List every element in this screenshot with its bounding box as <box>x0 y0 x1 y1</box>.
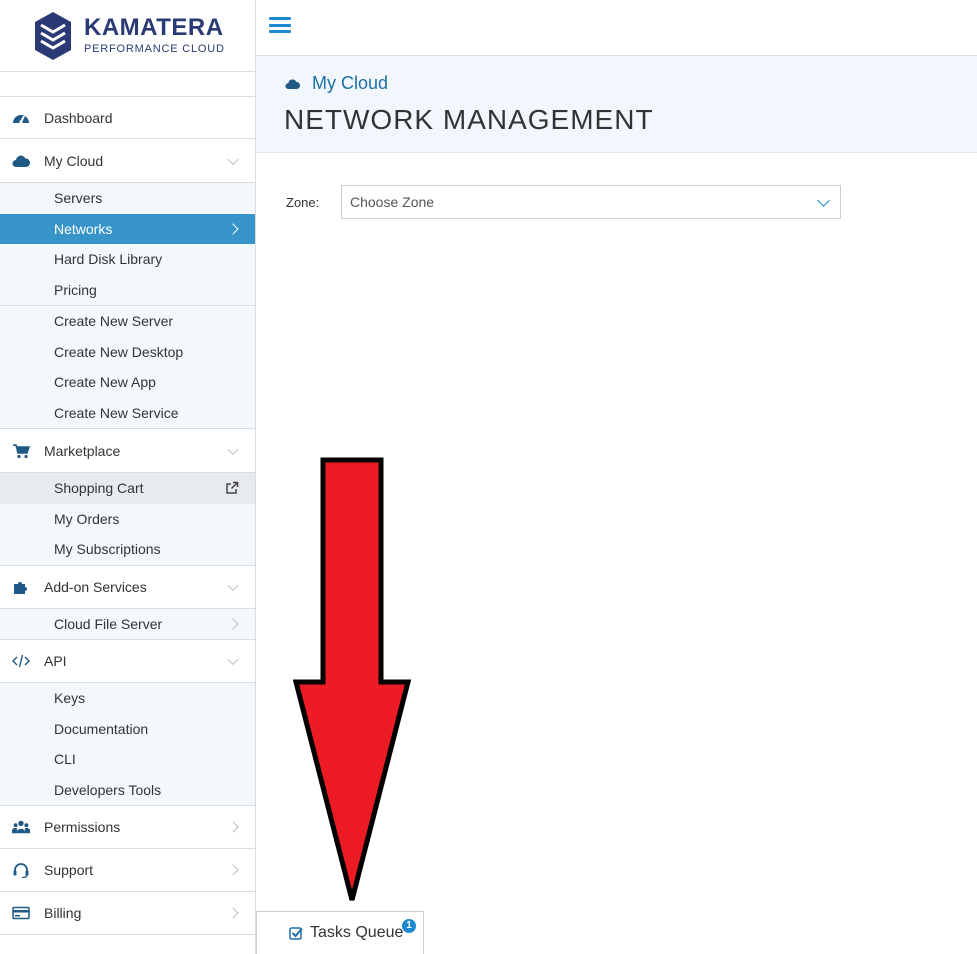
chevron-right-icon <box>227 821 239 833</box>
sidebar-item-label: Billing <box>44 905 82 921</box>
logo[interactable]: KAMATERA PERFORMANCE CLOUD <box>0 0 255 72</box>
sidebar-item-cli[interactable]: CLI <box>0 744 255 775</box>
chevron-right-icon <box>227 907 239 919</box>
tasks-count-badge: 1 <box>402 919 416 933</box>
checkbox-checked-icon <box>289 927 303 940</box>
users-icon <box>11 819 31 835</box>
sidebar-item-my-subscriptions[interactable]: My Subscriptions <box>0 534 255 565</box>
sidebar-item-shopping-cart[interactable]: Shopping Cart <box>0 473 255 504</box>
sidebar-item-label: Add-on Services <box>44 578 147 595</box>
sidebar-item-create-new-server[interactable]: Create New Server <box>0 306 255 337</box>
brand-tagline: PERFORMANCE CLOUD <box>84 43 225 55</box>
sidebar-item-label: Dashboard <box>44 109 113 126</box>
sidebar-item-label: My Cloud <box>44 152 104 169</box>
page-title: NETWORK MANAGEMENT <box>284 104 654 135</box>
chevron-down-icon <box>227 443 239 455</box>
zone-label: Zone: <box>286 195 320 210</box>
marketplace-submenu: Shopping Cart My Orders My Subscriptions <box>0 473 255 566</box>
sidebar-item-label: Marketplace <box>44 442 121 459</box>
zone-select-value: Choose Zone <box>350 194 435 210</box>
chevron-right-icon <box>227 223 239 235</box>
api-submenu: Keys Documentation CLI Developers Tools <box>0 683 255 806</box>
sidebar-item-permissions[interactable]: Permissions <box>0 806 255 849</box>
hamburger-menu-icon[interactable] <box>269 17 291 35</box>
sidebar-item-my-cloud[interactable]: My Cloud <box>0 139 255 183</box>
down-arrow-annotation <box>293 457 412 901</box>
sidebar-item-label: Networks <box>54 220 113 237</box>
zone-select[interactable]: Choose Zone <box>341 185 841 219</box>
code-icon <box>11 653 31 669</box>
chevron-down-icon <box>227 153 239 165</box>
sidebar-item-my-orders[interactable]: My Orders <box>0 504 255 535</box>
sidebar-item-marketplace[interactable]: Marketplace <box>0 429 255 473</box>
brand-name: KAMATERA <box>84 14 224 41</box>
sidebar-item-label: Cloud File Server <box>54 615 163 632</box>
chevron-right-icon <box>227 618 239 630</box>
sidebar-item-label: API <box>44 653 67 669</box>
headset-icon <box>11 862 31 878</box>
tasks-queue-label: Tasks Queue <box>310 924 404 941</box>
sidebar-item-add-on-services[interactable]: Add-on Services <box>0 565 255 609</box>
dashboard-icon <box>11 110 31 126</box>
sidebar-item-developers-tools[interactable]: Developers Tools <box>0 775 255 806</box>
top-bar <box>256 0 977 56</box>
breadcrumb[interactable]: My Cloud <box>285 73 388 94</box>
sidebar-item-cloud-file-server[interactable]: Cloud File Server <box>0 609 255 640</box>
sidebar-item-label: Support <box>44 862 94 878</box>
sidebar-item-hard-disk-library[interactable]: Hard Disk Library <box>0 244 255 275</box>
sidebar-spacer <box>0 72 255 97</box>
chevron-down-icon <box>227 579 239 591</box>
chevron-down-icon <box>227 653 239 666</box>
sidebar-item-support[interactable]: Support <box>0 849 255 892</box>
sidebar: KAMATERA PERFORMANCE CLOUD Dashboard My … <box>0 0 256 954</box>
chevron-down-icon <box>817 194 830 207</box>
chevron-right-icon <box>227 864 239 876</box>
breadcrumb-label: My Cloud <box>312 73 389 93</box>
sidebar-item-label: Permissions <box>44 819 121 835</box>
kamatera-logo-icon <box>35 11 71 60</box>
credit-card-icon <box>11 905 31 921</box>
addons-submenu: Cloud File Server <box>0 608 255 640</box>
sidebar-item-pricing[interactable]: Pricing <box>0 275 255 306</box>
puzzle-icon <box>11 579 31 595</box>
sidebar-item-billing[interactable]: Billing <box>0 892 255 935</box>
sidebar-item-create-new-service[interactable]: Create New Service <box>0 398 255 429</box>
sidebar-item-documentation[interactable]: Documentation <box>0 714 255 745</box>
sidebar-item-label: Shopping Cart <box>54 480 144 497</box>
page-header: My Cloud NETWORK MANAGEMENT <box>256 56 977 153</box>
sidebar-item-keys[interactable]: Keys <box>0 683 255 714</box>
cloud-icon <box>285 79 300 89</box>
cart-icon <box>11 443 31 459</box>
sidebar-item-api[interactable]: API <box>0 640 255 683</box>
external-link-icon <box>226 481 239 494</box>
sidebar-item-create-new-desktop[interactable]: Create New Desktop <box>0 337 255 368</box>
sidebar-item-dashboard[interactable]: Dashboard <box>0 97 255 139</box>
cloud-icon <box>11 153 31 169</box>
sidebar-item-networks[interactable]: Networks <box>0 213 255 244</box>
sidebar-item-servers[interactable]: Servers <box>0 183 255 214</box>
my-cloud-submenu: Servers Networks Hard Disk Library Prici… <box>0 183 255 429</box>
tasks-queue-button[interactable]: Tasks Queue 1 <box>256 911 424 954</box>
sidebar-item-create-new-app[interactable]: Create New App <box>0 367 255 398</box>
